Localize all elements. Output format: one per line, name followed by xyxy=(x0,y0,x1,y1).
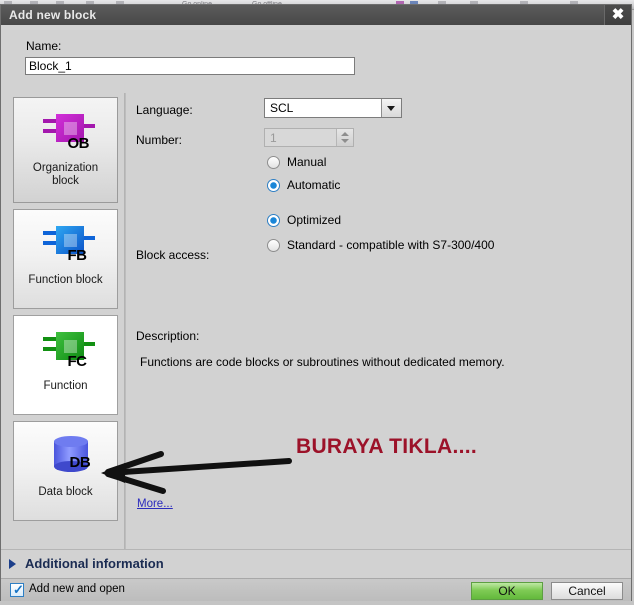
add-new-and-open-label[interactable]: Add new and open xyxy=(29,583,125,595)
function-block-glyph-text: FB xyxy=(67,247,88,264)
panel-divider xyxy=(125,93,126,549)
block-properties-panel: Language: SCL Number: 1 Manual Automatic xyxy=(127,93,627,549)
chevron-down-icon[interactable] xyxy=(381,99,401,117)
radio-icon-selected xyxy=(267,214,280,227)
organization-block-icon: OB xyxy=(34,110,98,158)
function-glyph-text: FC xyxy=(67,353,88,370)
description-text: Functions are code blocks or subroutines… xyxy=(140,355,505,369)
block-type-function-block[interactable]: FB Function block xyxy=(13,209,118,309)
chevron-right-icon xyxy=(9,559,16,569)
annotation-text: BURAYA TIKLA.... xyxy=(296,435,477,458)
organization-block-label-line1: Organization xyxy=(32,162,99,174)
ok-button[interactable]: OK xyxy=(471,582,543,600)
block-type-label: Function block xyxy=(28,274,103,286)
data-block-glyph-text: DB xyxy=(69,454,91,471)
app-background-bottom-strip xyxy=(0,601,634,605)
add-new-block-dialog: Add new block ✖ Name: OB Organization xyxy=(0,4,632,602)
block-type-data-block[interactable]: DB Data block xyxy=(13,421,118,521)
function-icon: FC xyxy=(34,328,98,376)
name-section: Name: xyxy=(1,25,631,89)
more-link[interactable]: More... xyxy=(137,498,173,510)
organization-block-glyph-text: OB xyxy=(67,135,90,152)
language-selected-value: SCL xyxy=(270,101,294,115)
check-icon: ✓ xyxy=(13,582,24,597)
name-input[interactable] xyxy=(25,57,355,75)
number-label: Number: xyxy=(136,133,183,147)
radio-icon xyxy=(267,156,280,169)
block-type-label: Function xyxy=(43,380,88,392)
block-access-label: Block access: xyxy=(136,248,210,262)
name-label: Name: xyxy=(26,39,62,53)
block-type-organization-block[interactable]: OB Organization block xyxy=(13,97,118,203)
language-select[interactable]: SCL xyxy=(264,98,402,118)
organization-block-label-line2: block xyxy=(52,175,79,187)
block-type-label: Organization block xyxy=(14,162,117,197)
radio-icon xyxy=(267,239,280,252)
description-label: Description: xyxy=(136,329,200,343)
radio-numbering-automatic-label: Automatic xyxy=(287,178,341,192)
close-icon[interactable]: ✖ xyxy=(604,5,631,25)
dialog-title: Add new block xyxy=(9,8,97,22)
number-value: 1 xyxy=(270,131,277,145)
dialog-body: Name: OB Organization block xyxy=(1,25,631,602)
spinner-arrows-icon[interactable] xyxy=(336,129,353,146)
function-block-icon: FB xyxy=(34,222,98,270)
block-type-list: OB Organization block FB Function block xyxy=(7,93,125,549)
radio-numbering-manual-label: Manual xyxy=(287,155,327,169)
block-type-function[interactable]: FC Function xyxy=(13,315,118,415)
number-stepper[interactable]: 1 xyxy=(264,128,354,147)
dialog-footer: ✓ Add new and open OK Cancel xyxy=(1,578,631,602)
cancel-button[interactable]: Cancel xyxy=(551,582,623,600)
additional-information-expander[interactable]: Additional information xyxy=(1,549,631,579)
add-new-and-open-checkbox[interactable]: ✓ xyxy=(10,583,24,597)
data-block-icon: DB xyxy=(34,434,98,482)
language-label: Language: xyxy=(136,103,193,117)
dialog-titlebar: Add new block ✖ xyxy=(1,5,631,26)
radio-block-access-optimized-label: Optimized xyxy=(287,213,342,227)
radio-block-access-standard-label: Standard - compatible with S7-300/400 xyxy=(287,238,495,252)
block-type-label: Data block xyxy=(38,486,93,498)
radio-icon-selected xyxy=(267,179,280,192)
additional-information-label: Additional information xyxy=(25,556,164,571)
